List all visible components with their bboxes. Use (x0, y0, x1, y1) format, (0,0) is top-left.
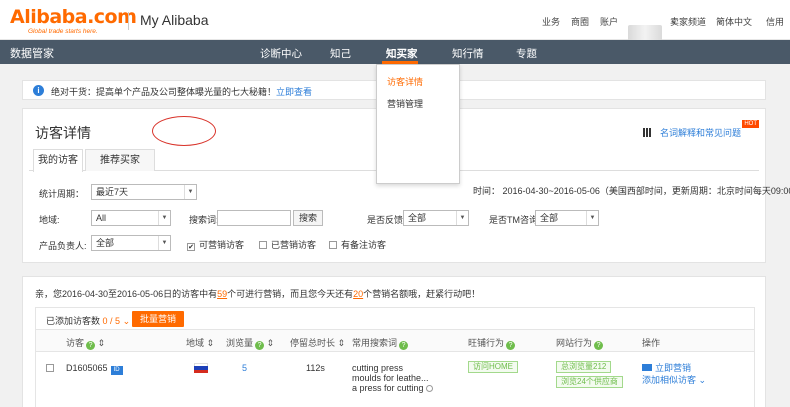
checkbox[interactable] (329, 241, 337, 249)
table-row: D1605065 ID 5 112s cutting press moulds f… (36, 352, 754, 407)
notice-text: 绝对干货：提高单个产品及公司整体曝光量的七大秘籍！立即查看 (51, 87, 313, 97)
period-label: 统计周期： (39, 189, 85, 199)
dropdown-item-visitor-details[interactable]: 访客详情 (387, 75, 423, 88)
chk-marketable[interactable]: ✔ 可营销访客 (187, 238, 244, 251)
batch-marketing-button[interactable]: 批量营销 (132, 311, 184, 327)
top-links: 业务 商圈 账户 卖家频道 ⌄ 简体中文 ⌄ 信用 (0, 15, 790, 45)
logo-tagline: Global trade starts here. (28, 28, 98, 35)
checkbox-checked[interactable]: ✔ (187, 243, 195, 251)
site-behavior-suppliers: 浏览24个供应商 (556, 376, 623, 388)
region-label: 地域: (39, 215, 60, 225)
period-select[interactable]: 最近7天 ▼ (91, 184, 197, 200)
help-icon[interactable]: ? (506, 341, 516, 350)
page-title: 访客详情 (35, 125, 91, 141)
book-icon (642, 128, 652, 137)
search-icon[interactable] (425, 385, 433, 392)
nav-item-diagnosis[interactable]: 诊断中心 (260, 46, 302, 61)
tm-label: 是否TM咨询: (489, 215, 541, 225)
checkbox[interactable] (46, 364, 54, 372)
duration: 112s (306, 363, 325, 373)
visitor-list-panel: 亲，您2016-04-30至2016-05-06日的访客中有59个可进行营销，而… (22, 276, 766, 407)
table-header: 访客? ⇕ 地域 ⇕ 浏览量? ⇕ 停留总时长 ⇕ 常用搜索词? 旺铺行为? 网… (36, 330, 754, 352)
chevron-down-icon: ▼ (184, 185, 196, 199)
checkbox[interactable] (259, 241, 267, 249)
top-link-circle[interactable]: 商圈 (571, 15, 589, 28)
top-link-language[interactable]: 简体中文 ⌄ (716, 15, 752, 27)
chevron-down-icon: ▼ (158, 211, 170, 225)
added-count[interactable]: 已添加访客数 0 / 5 ⌄ (46, 314, 130, 327)
faq-link[interactable]: 名词解释和常见问题 HOT (642, 120, 759, 139)
highlight-circle (152, 116, 216, 146)
feedback-label: 是否反馈: (367, 215, 406, 225)
keyword-1: cutting press (352, 363, 404, 373)
owner-label: 产品负责人: (39, 241, 87, 251)
th-region[interactable]: 地域 ⇕ (186, 336, 214, 349)
tab-my-visitors[interactable]: 我的访客 (33, 149, 83, 172)
chk-marketed[interactable]: 已营销访客 (259, 238, 316, 251)
row-checkbox[interactable] (46, 363, 58, 373)
help-icon[interactable]: ? (86, 341, 96, 350)
th-shop-behavior: 旺铺行为? (468, 336, 516, 350)
keyword-2: moulds for leathe... (352, 373, 429, 383)
site-behavior-total: 总浏览量212 (556, 361, 612, 373)
main-nav: 数据管家 诊断中心 知己 知买家 知行情 专题 (0, 40, 790, 64)
nav-item-know-self[interactable]: 知己 (330, 46, 351, 61)
info-icon: i (33, 85, 44, 96)
th-views[interactable]: 浏览量? ⇕ (226, 336, 274, 350)
mail-icon (642, 364, 652, 371)
nav-item-know-buyers[interactable]: 知买家 (386, 46, 418, 61)
help-icon[interactable]: ? (399, 341, 409, 350)
russia-flag-icon (194, 363, 208, 373)
chevron-down-icon: ▼ (456, 211, 468, 225)
notice-link[interactable]: 立即查看 (276, 87, 312, 97)
top-link-credit[interactable]: 信用 (766, 15, 784, 28)
th-duration[interactable]: 停留总时长 ⇕ (290, 336, 345, 349)
nav-dropdown: 访客详情 营销管理 (376, 64, 460, 184)
chk-remark[interactable]: 有备注访客 (329, 238, 386, 251)
chevron-down-icon: ▼ (586, 211, 598, 225)
top-link-seller-channel[interactable]: 卖家频道 ⌄ (670, 15, 706, 27)
visitor-table: 已添加访客数 0 / 5 ⌄ 批量营销 访客? ⇕ 地域 ⇕ 浏览量? ⇕ 停留… (35, 307, 755, 407)
top-link-business[interactable]: 业务 (542, 15, 560, 28)
time-info: 时间： 2016-04-30~2016-05-06（美国西部时间，更新周期：北京… (473, 186, 790, 196)
th-visitor[interactable]: 访客? ⇕ (66, 336, 105, 350)
views-count[interactable]: 5 (242, 363, 247, 373)
help-icon[interactable]: ? (255, 341, 265, 350)
feedback-select[interactable]: 全部 ▼ (403, 210, 469, 226)
nav-item-market[interactable]: 知行情 (452, 46, 484, 61)
top-link-account[interactable]: 账户 (600, 15, 618, 28)
keyword-input[interactable] (217, 210, 291, 226)
nav-brand[interactable]: 数据管家 (10, 45, 54, 61)
add-similar-link[interactable]: 添加相似访客 ⌄ (642, 373, 706, 386)
keyword-label: 搜索词: (189, 215, 219, 225)
th-site-behavior: 网站行为? (556, 336, 604, 350)
tm-select[interactable]: 全部 ▼ (535, 210, 599, 226)
th-actions: 操作 (642, 338, 661, 348)
owner-select[interactable]: 全部 ▼ (91, 235, 171, 251)
region-select[interactable]: All ▼ (91, 210, 171, 226)
nav-item-topics[interactable]: 专题 (516, 46, 537, 61)
visitor-id[interactable]: D1605065 ID (66, 363, 123, 375)
summary-tip: 亲，您2016-04-30至2016-05-06日的访客中有59个可进行营销，而… (35, 289, 481, 299)
chevron-down-icon: ▼ (158, 236, 170, 250)
shop-behavior-badge: 访问HOME (468, 361, 518, 373)
search-button[interactable]: 搜索 (293, 210, 323, 226)
hot-badge: HOT (742, 120, 759, 128)
th-keywords: 常用搜索词? (352, 336, 409, 350)
help-icon[interactable]: ? (594, 341, 604, 350)
id-card-icon: ID (110, 366, 123, 375)
tab-recommended-buyers[interactable]: 推荐买家 (85, 149, 155, 171)
keyword-3: a press for cutting (352, 383, 433, 393)
dropdown-item-marketing[interactable]: 营销管理 (387, 97, 423, 110)
top-bar: Alibaba.com Global trade starts here. My… (0, 0, 790, 45)
table-toolbar: 已添加访客数 0 / 5 ⌄ 批量营销 (36, 308, 754, 330)
